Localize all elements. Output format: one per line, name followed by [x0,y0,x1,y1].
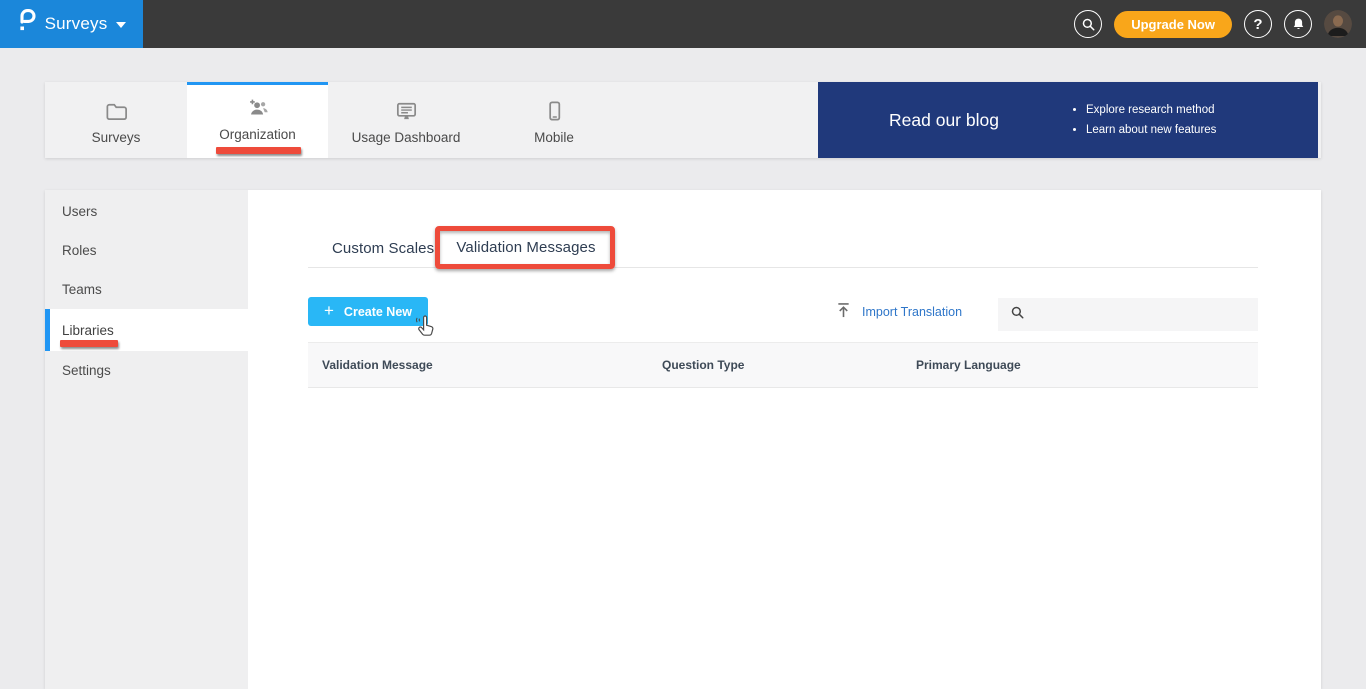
annotation-underline-libraries [60,340,118,347]
nav-tab-label: Usage Dashboard [351,130,461,145]
sidebar-item-label: Users [62,204,98,219]
import-translation-link[interactable]: Import Translation [836,302,962,322]
annotation-underline-organization [216,147,301,154]
search-icon [1010,305,1025,325]
tab-validation-messages[interactable]: Validation Messages [455,230,597,267]
upload-icon [836,302,851,322]
nav-tab-label: Mobile [534,130,574,145]
sidebar: Users Roles Teams Libraries Settings [45,190,248,689]
sidebar-item-roles[interactable]: Roles [45,231,248,270]
column-header-question-type: Question Type [662,358,745,372]
user-photo [1324,10,1352,38]
tabs-divider [308,267,1258,268]
table-search-input[interactable] [1033,298,1258,331]
blog-bullet: Explore research method [1086,104,1216,116]
nav-tab-label: Organization [219,127,296,142]
plus-icon: + [323,301,334,320]
search-button[interactable] [1074,10,1103,38]
content-card: Users Roles Teams Libraries Settings Cus… [45,190,1321,689]
questionpro-logo-icon [17,9,36,39]
table-search [998,298,1258,331]
upgrade-button[interactable]: Upgrade Now [1114,10,1232,38]
question-mark-icon: ? [1253,15,1263,33]
product-switcher[interactable]: Surveys [0,0,143,48]
help-button[interactable]: ? [1244,10,1272,38]
dashboard-icon [394,99,419,123]
column-header-primary-language: Primary Language [916,358,1021,372]
blog-banner[interactable]: Read our blog Explore research method Le… [818,82,1318,158]
sidebar-item-teams[interactable]: Teams [45,270,248,309]
nav-tab-label: Surveys [91,130,141,145]
column-header-validation-message: Validation Message [322,358,433,372]
blog-bullet: Learn about new features [1086,124,1216,136]
nav-tab-mobile[interactable]: Mobile [484,82,624,158]
sidebar-item-label: Roles [62,243,97,258]
nav-tab-surveys[interactable]: Surveys [45,82,187,158]
sidebar-item-label: Libraries [62,322,114,338]
avatar[interactable] [1324,10,1352,38]
topbar-actions: Upgrade Now ? [1074,10,1366,38]
topbar: Surveys Upgrade Now ? [0,0,1366,48]
sidebar-item-label: Settings [62,363,111,378]
sidebar-item-label: Teams [62,282,102,297]
search-icon [1081,17,1096,32]
chevron-down-icon [116,22,127,28]
bell-icon [1291,17,1306,32]
product-name: Surveys [44,14,108,33]
create-new-button[interactable]: + Create New [308,297,428,326]
mobile-icon [542,99,567,123]
nav-tab-usage-dashboard[interactable]: Usage Dashboard [328,82,484,158]
folder-icon [104,99,129,123]
sidebar-item-settings[interactable]: Settings [45,351,248,390]
sidebar-item-users[interactable]: Users [45,192,248,231]
notifications-button[interactable] [1284,10,1312,38]
organization-icon [245,96,271,120]
import-translation-label: Import Translation [862,305,963,319]
module-nav: Surveys Organization Usage Dashboard Mob… [45,82,1321,158]
table-header: Validation Message Question Type Primary… [308,342,1258,388]
blog-bullet-list: Explore research method Learn about new … [1070,104,1216,136]
create-new-label: Create New [343,304,413,319]
blog-title: Read our blog [889,109,999,130]
tab-custom-scales[interactable]: Custom Scales [332,230,434,267]
